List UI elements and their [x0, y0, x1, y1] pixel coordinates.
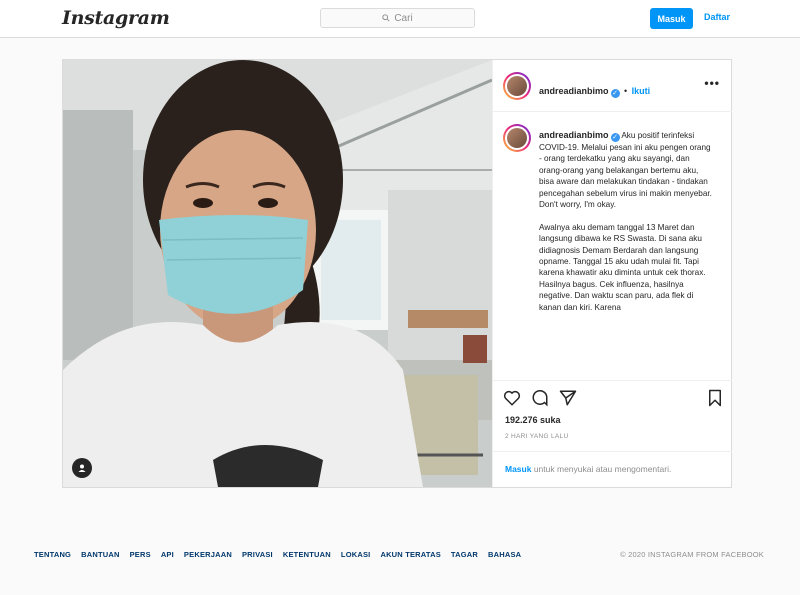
- instagram-logo[interactable]: Instagram: [62, 7, 170, 29]
- search-icon: [382, 14, 390, 22]
- caption-username[interactable]: andreadianbimo: [539, 130, 609, 140]
- footer: TENTANG BANTUAN PERS API PEKERJAAN PRIVASI KET…: [34, 550, 764, 564]
- post-sidebar: andreadianbimo ✓ • Ikuti ••• andreadianbi…: [492, 60, 732, 487]
- post-actions: 192.276 suka 2 HARI YANG LALU Masuk untu…: [493, 380, 732, 487]
- footer-link-lokasi[interactable]: LOKASI: [341, 550, 371, 559]
- footer-links: TENTANG BANTUAN PERS API PEKERJAAN PRIVASI KET…: [34, 550, 521, 559]
- login-button[interactable]: Masuk: [650, 8, 693, 29]
- share-icon[interactable]: [559, 389, 577, 407]
- footer-link-pers[interactable]: PERS: [130, 550, 151, 559]
- likes-count[interactable]: 192.276 suka: [505, 415, 561, 425]
- caption-text: Aku positif terinfeksi COVID-19. Melalui…: [539, 131, 712, 312]
- copyright: © 2020 INSTAGRAM FROM FACEBOOK: [620, 550, 764, 559]
- footer-link-akun-teratas[interactable]: AKUN TERATAS: [380, 550, 440, 559]
- post-photo[interactable]: [63, 60, 492, 487]
- caption-avatar[interactable]: [503, 124, 531, 152]
- login-prompt: Masuk untuk menyukai atau mengomentari.: [493, 451, 732, 488]
- post-card: andreadianbimo ✓ • Ikuti ••• andreadianbi…: [62, 59, 732, 488]
- footer-link-api[interactable]: API: [161, 550, 174, 559]
- login-link[interactable]: Masuk: [505, 464, 531, 474]
- search-placeholder: Cari: [394, 12, 413, 24]
- caption-area: andreadianbimo ✓ Aku positif terinfeksi C…: [493, 112, 732, 380]
- footer-link-tentang[interactable]: TENTANG: [34, 550, 71, 559]
- footer-link-privasi[interactable]: PRIVASI: [242, 550, 273, 559]
- tag-user-icon[interactable]: [72, 458, 92, 478]
- post-timestamp[interactable]: 2 HARI YANG LALU: [505, 433, 568, 440]
- follow-button[interactable]: Ikuti: [632, 86, 651, 96]
- search-input[interactable]: Cari: [320, 8, 475, 28]
- selfie-image: [63, 60, 492, 487]
- post-header: andreadianbimo ✓ • Ikuti •••: [493, 60, 732, 112]
- signup-link[interactable]: Daftar: [704, 12, 730, 22]
- bookmark-icon[interactable]: [707, 389, 723, 407]
- comment-icon[interactable]: [531, 389, 549, 407]
- caption-body: andreadianbimo ✓ Aku positif terinfeksi C…: [539, 130, 715, 313]
- footer-link-pekerjaan[interactable]: PEKERJAAN: [184, 550, 232, 559]
- footer-link-bahasa[interactable]: BAHASA: [488, 550, 521, 559]
- heart-icon[interactable]: [503, 389, 521, 407]
- footer-link-bantuan[interactable]: BANTUAN: [81, 550, 119, 559]
- separator-dot: •: [623, 86, 628, 96]
- more-options-icon[interactable]: •••: [704, 76, 720, 90]
- footer-link-ketentuan[interactable]: KETENTUAN: [283, 550, 331, 559]
- footer-link-tagar[interactable]: TAGAR: [451, 550, 478, 559]
- verified-badge-icon: ✓: [610, 133, 620, 142]
- post-username[interactable]: andreadianbimo: [539, 86, 609, 96]
- avatar[interactable]: [503, 72, 531, 100]
- top-navigation: Instagram Cari Masuk Daftar: [0, 0, 800, 38]
- verified-badge-icon: ✓: [610, 89, 620, 98]
- login-prompt-text: untuk menyukai atau mengomentari.: [531, 464, 672, 474]
